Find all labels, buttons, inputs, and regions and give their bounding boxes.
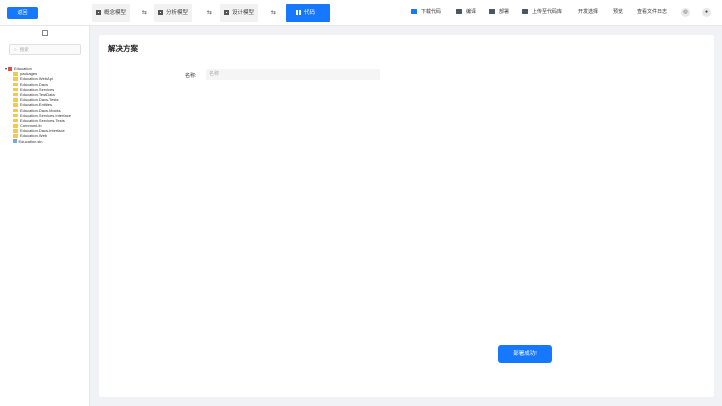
- tool-label: 开发选择: [578, 9, 599, 15]
- tab-code[interactable]: 代码: [286, 4, 330, 22]
- folder-icon: [13, 92, 18, 97]
- search-placeholder: 搜索: [19, 47, 29, 52]
- folder-icon: [489, 8, 495, 14]
- folder-icon: [13, 72, 18, 76]
- grid-icon: [224, 9, 229, 15]
- file-tree: ▾ Education packages Education.WebApi Edu…: [5, 66, 71, 144]
- top-toolbar: 返回 概念模型 ⇆ 分析模型 ⇆ 设计模型 ⇆ 代码 下载代码 编译 部署 上传…: [0, 0, 722, 26]
- deploy-success-button[interactable]: 部署成功!: [498, 345, 552, 363]
- view-log-button[interactable]: 查看文件日志: [637, 8, 667, 17]
- tab-label: 代码: [304, 10, 316, 16]
- folder-icon: [13, 129, 18, 133]
- name-label: 名称:: [185, 73, 197, 79]
- folder-icon: [411, 8, 417, 14]
- tool-label: 编译: [466, 9, 477, 15]
- tab-label: 设计模型: [232, 10, 255, 16]
- grid-icon: [296, 9, 301, 15]
- tool-label: 下载代码: [421, 9, 442, 15]
- folder-icon: [13, 77, 18, 81]
- folder-icon: [13, 134, 18, 138]
- dev-select-button[interactable]: 开发选择: [578, 8, 598, 17]
- folder-icon: [13, 108, 18, 112]
- tab-design-model[interactable]: 设计模型: [220, 4, 259, 22]
- folder-icon: [13, 118, 18, 123]
- deploy-button[interactable]: 部署: [489, 8, 509, 17]
- tree-item[interactable]: Education.sln: [5, 139, 71, 144]
- user-icon[interactable]: ●: [702, 8, 711, 17]
- page-title: 解决方案: [108, 44, 138, 53]
- search-input[interactable]: ○ 搜索: [9, 44, 81, 55]
- sidebar: ○ 搜索 ▾ Education packages Education.WebApi…: [0, 26, 90, 406]
- swap-arrows-icon[interactable]: ⇆: [207, 9, 212, 16]
- grid-icon: [96, 9, 101, 15]
- search-icon: ○: [14, 47, 17, 52]
- tool-label: 预览: [613, 9, 624, 15]
- project-icon: [8, 66, 13, 71]
- upload-repo-button[interactable]: 上传至代码库: [522, 8, 562, 17]
- folder-icon: [13, 124, 18, 128]
- main-panel: 解决方案 名称: 名称 部署成功!: [99, 35, 714, 397]
- tool-label: 上传至代码库: [532, 9, 563, 15]
- swap-arrows-icon[interactable]: ⇆: [271, 9, 276, 16]
- folder-icon: [13, 87, 18, 92]
- tab-analysis-model[interactable]: 分析模型: [154, 4, 193, 22]
- name-input[interactable]: 名称: [206, 69, 380, 80]
- download-code-button[interactable]: 下载代码: [411, 8, 441, 17]
- tab-label: 概念模型: [104, 10, 127, 16]
- tool-label: 查看文件日志: [637, 9, 668, 15]
- tree-item-label: Education.sln: [18, 138, 43, 144]
- folder-icon: [456, 8, 462, 14]
- folder-icon: [13, 103, 18, 107]
- swap-arrows-icon[interactable]: ⇆: [142, 9, 147, 16]
- file-icon: [13, 139, 17, 144]
- collapse-panel-icon[interactable]: [42, 30, 48, 36]
- folder-icon: [13, 98, 18, 102]
- preview-button[interactable]: 预览: [613, 8, 623, 17]
- folder-icon: [13, 82, 18, 87]
- back-button[interactable]: 返回: [7, 7, 38, 19]
- folder-icon: [13, 113, 18, 118]
- tool-label: 部署: [499, 9, 510, 15]
- folder-icon: [522, 8, 528, 14]
- help-circle-icon[interactable]: ◎: [681, 8, 690, 17]
- tab-concept-model[interactable]: 概念模型: [92, 4, 131, 22]
- compile-button[interactable]: 编译: [456, 8, 476, 17]
- tab-label: 分析模型: [166, 10, 189, 16]
- grid-icon: [158, 9, 163, 15]
